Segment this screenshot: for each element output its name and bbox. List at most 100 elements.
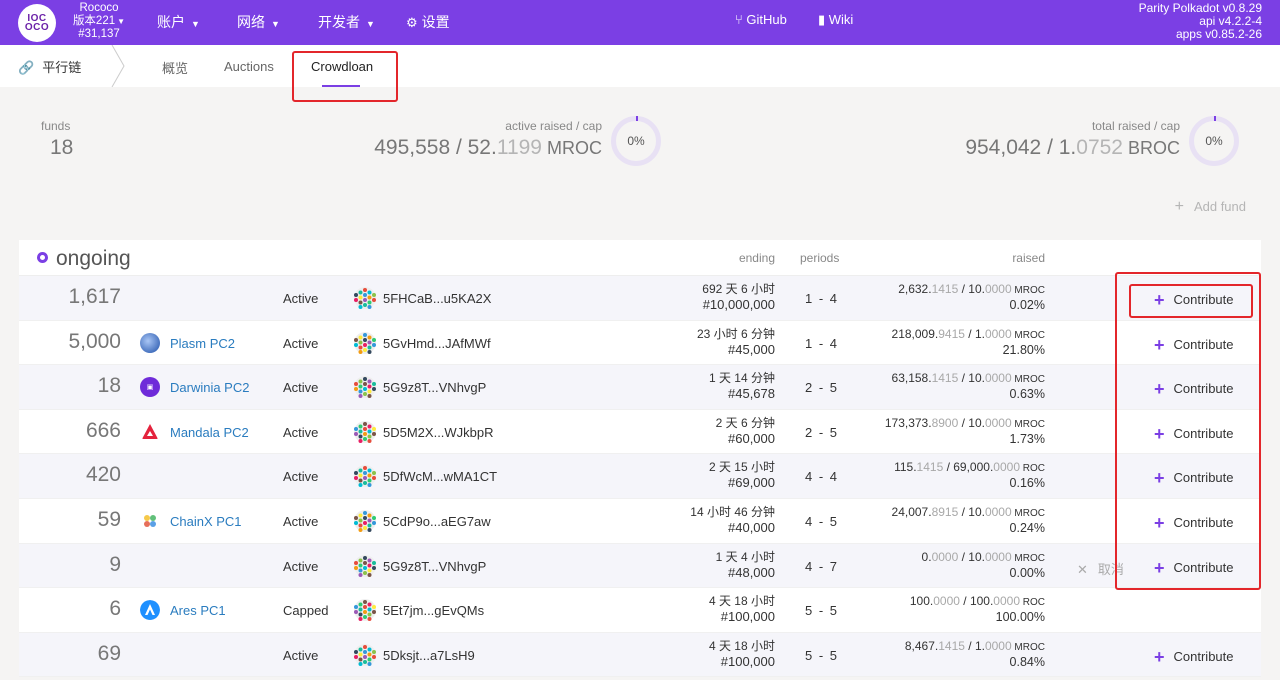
raised-cell: 218,009.9415 / 1.0000 MROC 21.80%	[892, 327, 1045, 358]
total-raised-value: 954,042 / 1.0752 BROC	[965, 136, 1180, 160]
chain-name: Rococo	[79, 2, 119, 14]
fund-status: Active	[283, 558, 319, 574]
chain-selector[interactable]: Rococo 版本221 ▼ #31,137	[64, 2, 134, 41]
menu-settings[interactable]: ⚙ 设置	[406, 12, 450, 32]
contribute-button[interactable]: + Contribute	[1154, 379, 1234, 400]
table-row: 5,000 Plasm PC2 Active 5GvHmd...JAfMWf 23 小时…	[19, 320, 1261, 366]
depositor-address[interactable]: 5Et7jm...gEvQMs	[383, 603, 484, 618]
raised-percent: 0.24%	[1009, 520, 1045, 535]
plasm-logo-icon	[140, 332, 160, 353]
code-branch-icon: ⑂	[735, 12, 747, 27]
project-name-link[interactable]: ChainX PC1	[170, 514, 242, 529]
raised-int: 8,467.	[904, 638, 939, 653]
lease-periods: 4 - 4	[805, 469, 838, 485]
lease-periods: 4 - 7	[805, 558, 838, 574]
ending-block: #48,000	[728, 564, 775, 580]
version-info: Parity Polkadot v0.8.29 api v4.2.2-4 app…	[1139, 2, 1262, 41]
identicon-avatar[interactable]	[354, 554, 376, 577]
link-icon: 🔗	[18, 60, 35, 75]
raised-int: 218,009.	[891, 326, 939, 341]
contribute-button[interactable]: + Contribute	[1154, 647, 1234, 668]
depositor-address[interactable]: 5G9z8T...VNhvgP	[383, 559, 486, 574]
identicon-avatar[interactable]	[354, 599, 376, 622]
book-icon: ▮	[818, 12, 829, 27]
tab-overview[interactable]: 概览	[162, 58, 188, 77]
ending-block: #40,000	[728, 519, 775, 535]
raised-percent: 100.00%	[995, 610, 1045, 625]
raised-int: 63,158.	[891, 371, 932, 386]
depositor-address[interactable]: 5D5M2X...WJkbpR	[383, 425, 494, 440]
menu-developer[interactable]: 开发者 ▼	[318, 12, 375, 32]
contribute-button[interactable]: + Contribute	[1154, 424, 1234, 445]
depositor-address[interactable]: 5FHCaB...u5KA2X	[383, 291, 491, 306]
depositor-address[interactable]: 5GvHmd...JAfMWf	[383, 336, 491, 351]
close-icon: ✕	[1077, 561, 1088, 577]
identicon-avatar[interactable]	[354, 643, 376, 666]
github-link[interactable]: ⑂ GitHub	[735, 12, 787, 27]
identicon-avatar[interactable]	[354, 376, 376, 399]
contribute-button[interactable]: + Contribute	[1154, 290, 1234, 311]
raised-dec: 1415	[916, 460, 944, 475]
active-raised-label: active raised / cap	[505, 119, 602, 133]
wiki-link[interactable]: ▮ Wiki	[818, 12, 853, 28]
tab-crowdloan[interactable]: Crowdloan	[311, 59, 373, 74]
ending-cell: 14 小时 46 分钟 #40,000	[690, 505, 775, 535]
raised-cell: 0.0000 / 10.0000 MROC 0.00%	[922, 550, 1045, 581]
gears-icon: ⚙	[406, 15, 418, 30]
table-row: 9 Active 5G9z8T...VNhvgP 1 天 4 小时 #48,000 4 -…	[19, 543, 1261, 589]
depositor-address[interactable]: 5Dksjt...a7LsH9	[383, 648, 475, 663]
rococo-logo-icon[interactable]: ΙΟC ΟCΟ	[18, 4, 56, 42]
raised-unit: MROC	[1011, 418, 1045, 430]
depositor-address[interactable]: 5CdP9o...aEG7aw	[383, 514, 491, 529]
ending-time: 692 天 6 小时	[702, 282, 775, 296]
project-name-link[interactable]: Ares PC1	[170, 603, 226, 618]
project-name-link[interactable]: Mandala PC2	[170, 425, 249, 440]
raised-cell: 24,007.8915 / 10.0000 MROC 0.24%	[892, 505, 1045, 536]
ending-time: 4 天 18 小时	[708, 638, 775, 653]
contribute-button[interactable]: + Contribute	[1154, 468, 1234, 489]
tab-auctions[interactable]: Auctions	[224, 59, 274, 74]
cap-int: / 10.	[958, 415, 985, 430]
plus-icon: +	[1154, 423, 1165, 444]
menu-network[interactable]: 网络 ▼	[237, 12, 280, 32]
ending-time: 1 天 4 小时	[715, 549, 775, 564]
cap-dec: 0000	[984, 638, 1012, 653]
contribute-button[interactable]: + Contribute	[1154, 513, 1234, 534]
menu-accounts[interactable]: 账户 ▼	[157, 12, 200, 32]
menu-developer-label: 开发者	[318, 14, 360, 30]
raised-dec: 1415	[938, 638, 965, 653]
chevron-down-icon: ▼	[271, 19, 280, 29]
raised-percent: 0.00%	[1009, 565, 1045, 580]
raised-int: 100.	[909, 594, 934, 609]
identicon-avatar[interactable]	[354, 287, 376, 309]
add-fund-button[interactable]: + Add fund	[1175, 198, 1246, 216]
depositor-address[interactable]: 5G9z8T...VNhvgP	[383, 380, 486, 395]
identicon-avatar[interactable]	[354, 420, 376, 443]
active-tab-indicator	[322, 85, 360, 87]
cancel-button[interactable]: ✕ 取消	[1077, 559, 1124, 578]
depositor-address[interactable]: 5DfWcM...wMA1CT	[383, 469, 497, 484]
cap-dec: 0000	[984, 282, 1012, 296]
raised-cell: 8,467.1415 / 1.0000 MROC 0.84%	[905, 639, 1045, 670]
contribute-button[interactable]: + Contribute	[1154, 558, 1234, 579]
project-name-link[interactable]: Plasm PC2	[170, 336, 235, 351]
table-body: 1,617 Active 5FHCaB...u5KA2X 692 天 6 小时 #10,…	[19, 276, 1261, 678]
contribute-label: Contribute	[1173, 336, 1234, 352]
project-name-link[interactable]: Darwinia PC2	[170, 380, 249, 395]
raised-cell: 100.0000 / 100.0000 ROC 100.00%	[910, 594, 1045, 625]
cap-dec: 0000	[984, 326, 1012, 341]
contribute-button[interactable]: + Contribute	[1154, 335, 1234, 356]
identicon-avatar[interactable]	[354, 331, 376, 354]
table-header: ongoing ending periods raised	[19, 240, 1261, 276]
contribute-label: Contribute	[1173, 381, 1234, 397]
contribute-label: Contribute	[1173, 292, 1234, 307]
identicon-avatar[interactable]	[354, 509, 376, 532]
identicon-avatar[interactable]	[354, 465, 376, 488]
runtime-version: 版本221	[72, 15, 116, 27]
ending-cell: 2 天 15 小时 #69,000	[709, 460, 775, 490]
table-row: 666 Mandala PC2 Active 5D5M2X...WJkbpR 2 天 6…	[19, 409, 1261, 455]
menu-accounts-label: 账户	[157, 14, 185, 30]
total-raised-dec: 0752	[1076, 136, 1123, 159]
para-id: 666	[85, 418, 121, 442]
raised-dec: 1415	[931, 282, 959, 296]
